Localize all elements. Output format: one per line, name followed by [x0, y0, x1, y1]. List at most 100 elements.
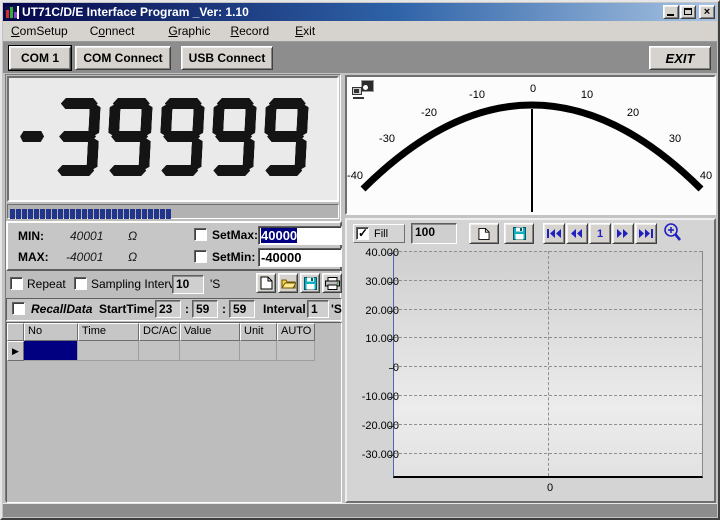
fill-checkbox[interactable]	[356, 227, 369, 240]
start-mm-input[interactable]: 59	[192, 300, 218, 318]
sampling-interval-input[interactable]: 10	[172, 275, 204, 294]
com-connect-button[interactable]: COM Connect	[75, 46, 171, 70]
start-hh-input[interactable]: 23	[155, 300, 181, 318]
nav-first-icon	[547, 229, 561, 238]
recall-data-row: RecallData StartTime 23 : 59 : 59 Interv…	[6, 298, 342, 321]
bargraph-block	[52, 209, 57, 219]
col-unit[interactable]: Unit	[240, 323, 277, 341]
com-port-button[interactable]: COM 1	[9, 46, 71, 70]
lcd-segment	[111, 131, 149, 142]
cell-time[interactable]	[78, 341, 139, 361]
lcd-segment	[59, 131, 97, 142]
y-tick-label: 30.000	[365, 276, 399, 288]
title-bar[interactable]: UT71C/D/E Interface Program _Ver: 1.10 ×	[3, 3, 717, 21]
bargraph-block	[82, 209, 87, 219]
x-tick-label: 0	[547, 482, 553, 494]
y-tick	[389, 426, 393, 427]
start-ss-input[interactable]: 59	[229, 300, 255, 318]
nav-last-button[interactable]	[635, 223, 657, 244]
table-header: No Time DC/AC Value Unit AUTO	[7, 323, 341, 341]
y-gridline	[394, 395, 702, 396]
sampling-label: Sampling Interval	[91, 277, 184, 291]
col-dcac[interactable]: DC/AC	[139, 323, 180, 341]
chart-toolbar: Fill 100 1	[349, 222, 712, 246]
y-gridline	[394, 453, 702, 454]
save-button[interactable]	[300, 273, 320, 293]
gauge-label: -10	[469, 89, 485, 101]
minimize-icon	[667, 14, 674, 16]
cell-unit[interactable]	[240, 341, 277, 361]
menu-item-exit[interactable]: Exit	[289, 22, 321, 40]
sampling-checkbox[interactable]	[74, 277, 87, 290]
bargraph-block	[112, 209, 117, 219]
bargraph-block	[142, 209, 147, 219]
cell-value[interactable]	[180, 341, 240, 361]
table-row[interactable]: ▶	[7, 341, 341, 361]
cell-no[interactable]	[24, 341, 78, 361]
menu-item-graphic[interactable]: Graphic	[162, 22, 216, 40]
fill-option: Fill	[353, 224, 405, 243]
nav-prev-button[interactable]	[566, 223, 588, 244]
bargraph-block	[106, 209, 111, 219]
nav-next-icon	[617, 229, 629, 238]
y-tick	[389, 397, 393, 398]
maximize-button[interactable]	[680, 5, 696, 19]
recall-interval-input[interactable]: 1	[307, 300, 329, 318]
cell-auto[interactable]	[277, 341, 315, 361]
nav-page-number: 1	[597, 228, 603, 240]
col-value[interactable]: Value	[180, 323, 240, 341]
lcd-digit	[54, 98, 101, 176]
bargraph-block	[64, 209, 69, 219]
gauge-label: 10	[581, 89, 593, 101]
gauge-label: -40	[347, 170, 363, 182]
close-button[interactable]: ×	[699, 5, 715, 19]
open-file-button[interactable]	[278, 273, 298, 293]
nav-first-button[interactable]	[543, 223, 565, 244]
menu-item-record[interactable]: Record	[224, 22, 275, 40]
col-auto[interactable]: AUTO	[277, 323, 315, 341]
chart-new-button[interactable]	[469, 223, 499, 244]
nav-next-button[interactable]	[612, 223, 634, 244]
setmax-input[interactable]: 40000	[258, 226, 342, 245]
chart-panel: Fill 100 1	[345, 218, 716, 503]
lcd-digit	[210, 98, 257, 176]
record-controls-row: Repeat Sampling Interval 10 'S	[6, 273, 342, 297]
cell-dcac[interactable]	[139, 341, 180, 361]
nav-page-button[interactable]: 1	[589, 223, 611, 244]
new-file-button[interactable]	[256, 273, 276, 293]
print-icon	[325, 277, 340, 290]
lcd-segment	[265, 165, 303, 176]
setmin-input[interactable]: -40000	[258, 248, 342, 267]
lcd-segment	[109, 165, 147, 176]
row-marker: ▶	[7, 341, 24, 361]
bargraph-block	[34, 209, 39, 219]
usb-connect-button[interactable]: USB Connect	[181, 46, 273, 70]
y-gridline	[394, 366, 702, 367]
bargraph-block	[76, 209, 81, 219]
recalldata-checkbox[interactable]	[12, 302, 25, 315]
new-file-icon	[260, 276, 273, 290]
gauge-label: 30	[669, 133, 681, 145]
bargraph-block	[22, 209, 27, 219]
repeat-checkbox[interactable]	[10, 277, 23, 290]
row-selector-header	[7, 323, 24, 341]
menu-item-comsetup[interactable]: ComSetup	[5, 22, 74, 40]
setmin-checkbox[interactable]	[194, 250, 207, 263]
zoom-in-button[interactable]	[663, 222, 683, 249]
buffer-size-input[interactable]: 100	[411, 223, 457, 244]
max-value: -40001	[66, 250, 103, 264]
bargraph-block	[148, 209, 153, 219]
print-button[interactable]	[322, 273, 342, 293]
setmin-label: SetMin:	[212, 250, 255, 264]
y-tick	[389, 282, 393, 283]
exit-button[interactable]: EXIT	[649, 46, 711, 70]
chart-save-button[interactable]	[504, 223, 534, 244]
bargraph-progress	[7, 204, 339, 219]
setmax-checkbox[interactable]	[194, 228, 207, 241]
col-no[interactable]: No	[24, 323, 78, 341]
save-floppy-icon	[513, 227, 526, 240]
col-time[interactable]: Time	[78, 323, 139, 341]
minimize-button[interactable]	[663, 5, 679, 19]
menu-item-connect[interactable]: Connect	[84, 22, 141, 40]
setmax-value: 40000	[261, 228, 297, 243]
